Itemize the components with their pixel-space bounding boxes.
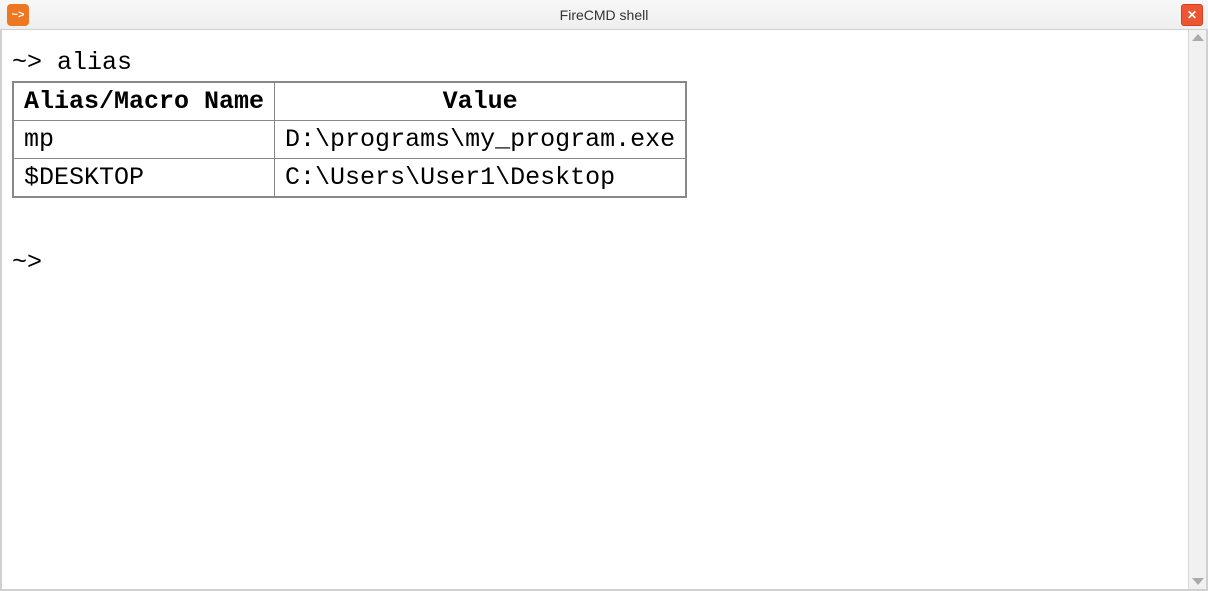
alias-table: Alias/Macro Name Value mp D:\programs\my… [12, 81, 687, 198]
terminal[interactable]: ~> alias Alias/Macro Name Value mp D:\pr… [2, 30, 1188, 589]
prompt-symbol: ~> [12, 248, 42, 277]
command-text: alias [57, 48, 132, 77]
alias-name-cell: mp [13, 121, 275, 159]
content-area: ~> alias Alias/Macro Name Value mp D:\pr… [0, 30, 1208, 591]
col-header-value: Value [275, 82, 687, 121]
table-header-row: Alias/Macro Name Value [13, 82, 686, 121]
table-row: $DESKTOP C:\Users\User1\Desktop [13, 159, 686, 198]
scroll-down-icon[interactable] [1192, 578, 1204, 585]
window-title: FireCMD shell [560, 7, 649, 23]
col-header-alias: Alias/Macro Name [13, 82, 275, 121]
close-button[interactable]: ✕ [1181, 4, 1203, 26]
prompt-line-ready[interactable]: ~> [12, 248, 1178, 277]
alias-value-cell: D:\programs\my_program.exe [275, 121, 687, 159]
app-icon: ~> [7, 4, 29, 26]
prompt-symbol: ~> [12, 48, 42, 77]
alias-value-cell: C:\Users\User1\Desktop [275, 159, 687, 198]
command-line: ~> alias [12, 48, 1178, 77]
alias-name-cell: $DESKTOP [13, 159, 275, 198]
table-row: mp D:\programs\my_program.exe [13, 121, 686, 159]
scroll-up-icon[interactable] [1192, 34, 1204, 41]
titlebar: ~> FireCMD shell ✕ [0, 0, 1208, 30]
scrollbar[interactable] [1188, 30, 1206, 589]
